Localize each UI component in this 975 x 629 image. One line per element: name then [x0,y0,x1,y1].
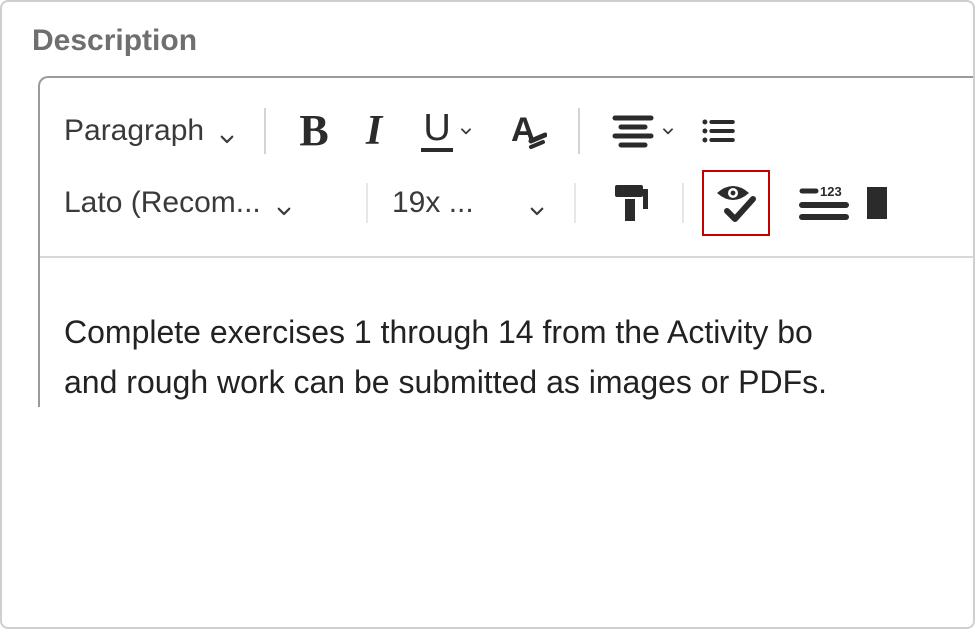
toolbar-row-2: Lato (Recom... 19x ... [40,168,973,238]
word-count-icon: 123 [798,183,850,223]
align-dropdown[interactable] [598,105,688,157]
editor-content-area[interactable]: Complete exercises 1 through 14 from the… [40,258,973,407]
toolbar-row-1: Paragraph B I U A [40,96,973,166]
italic-button[interactable]: I [344,105,404,157]
svg-text:123: 123 [820,184,842,199]
block-icon [867,183,887,223]
font-family-label: Lato (Recom... [64,186,261,220]
separator [366,183,368,223]
underline-icon: U [421,110,452,151]
underline-dropdown[interactable]: U [404,105,490,157]
eye-check-icon [711,177,761,227]
chevron-down-icon [459,124,473,138]
section-label: Description [32,24,973,58]
block-format-dropdown[interactable]: Paragraph [58,114,246,148]
font-family-dropdown[interactable]: Lato (Recom... [58,186,348,220]
chevron-down-icon [528,194,546,212]
format-painter-button[interactable] [594,177,664,229]
word-count-button[interactable]: 123 [786,177,862,229]
block-format-label: Paragraph [64,114,204,148]
separator [578,108,580,154]
align-center-icon [611,112,655,150]
chevron-down-icon [275,194,293,212]
separator [264,108,266,154]
format-painter-icon [607,181,651,225]
bold-button[interactable]: B [284,105,344,157]
italic-icon: I [358,110,390,152]
text-color-button[interactable]: A [490,105,560,157]
chevron-down-icon [661,124,675,138]
separator [574,183,576,223]
chevron-down-icon [218,122,236,140]
font-size-label: 19x ... [392,186,474,220]
bold-icon: B [299,109,328,153]
toggle-button[interactable] [862,177,892,229]
accessibility-checker-button[interactable] [706,174,766,230]
bullet-list-icon [700,113,736,149]
editor-panel: Description Paragraph B I U [0,0,975,629]
rich-text-editor: Paragraph B I U A [38,76,973,407]
separator [682,183,684,223]
content-line: Complete exercises 1 through 14 from the… [64,308,973,358]
text-color-icon: A [503,111,547,151]
bullet-list-button[interactable] [688,105,738,157]
font-size-dropdown[interactable]: 19x ... [386,186,556,220]
content-line: and rough work can be submitted as image… [64,358,973,408]
accessibility-checker-highlighted [702,170,770,236]
